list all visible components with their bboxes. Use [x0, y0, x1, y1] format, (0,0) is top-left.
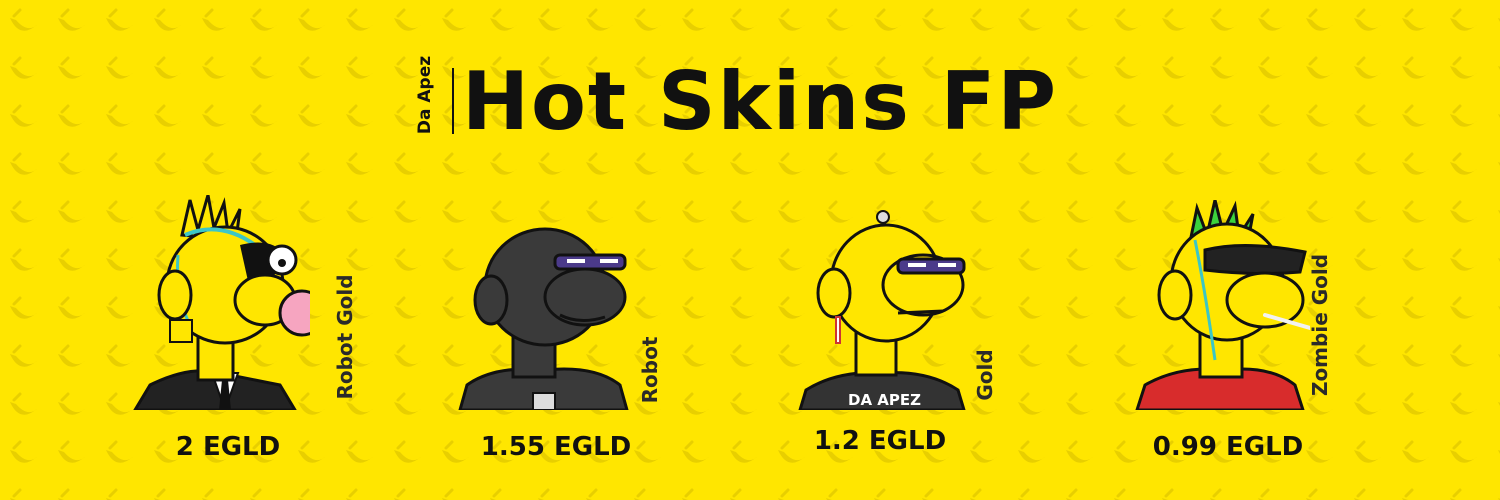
- gold-ape-illustration: DA APEZ: [798, 210, 966, 410]
- skin-card-robot-gold: [130, 195, 310, 410]
- robot-gold-ape-illustration: [133, 195, 310, 410]
- zombie-gold-ape-illustration: [1135, 200, 1310, 410]
- skin-label: Zombie Gold: [1308, 253, 1332, 397]
- skin-price: 1.55 EGLD: [480, 432, 632, 462]
- skin-price: 2 EGLD: [175, 432, 281, 462]
- skin-label: Robot Gold: [333, 274, 357, 400]
- skin-price: 0.99 EGLD: [1152, 432, 1304, 462]
- skin-card-gold: DA APEZ: [798, 205, 968, 410]
- title-divider: [452, 68, 454, 134]
- skin-card-robot: [455, 225, 635, 410]
- brand-block: Da Apez: [380, 45, 470, 145]
- skin-card-zombie-gold: [1135, 200, 1310, 410]
- page-title: Hot Skins FP: [462, 55, 1058, 148]
- brand-name: Da Apez: [415, 55, 435, 135]
- shirt-print: DA APEZ: [848, 391, 921, 409]
- banner: Da Apez Hot Skins FP Robot Gold 2 EGLD R…: [0, 0, 1500, 500]
- skin-label: Robot: [638, 336, 662, 404]
- skin-label: Gold: [973, 349, 997, 401]
- robot-ape-illustration: [458, 227, 629, 410]
- skin-price: 1.2 EGLD: [813, 426, 947, 456]
